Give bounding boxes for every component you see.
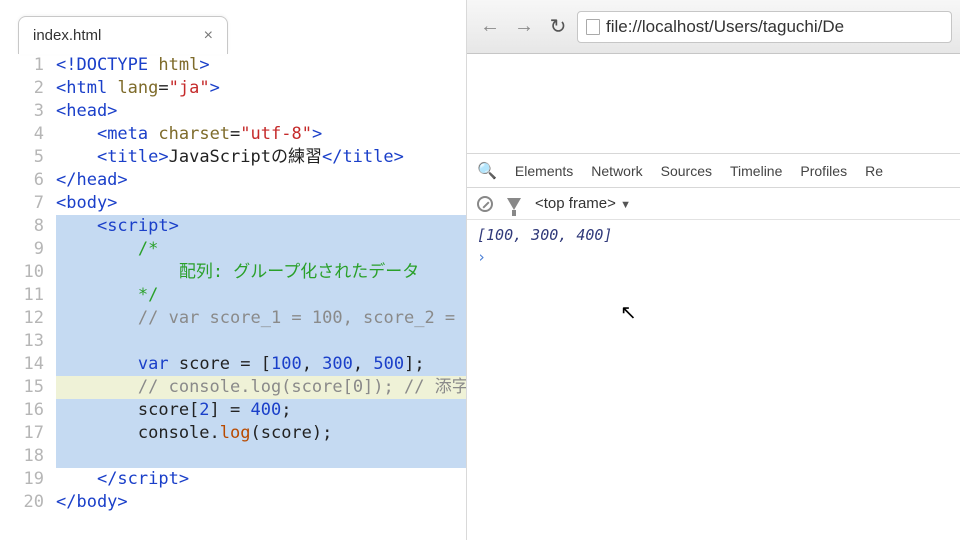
code-line[interactable]: <body> [56, 192, 466, 215]
browser-pane: ← → ↻ file://localhost/Users/taguchi/De … [466, 0, 960, 540]
reload-button[interactable]: ↻ [543, 12, 573, 42]
code-line[interactable]: score[2] = 400; [56, 399, 466, 422]
devtools-tabs: 🔍 Elements Network Sources Timeline Profiles… [467, 154, 960, 188]
search-icon[interactable]: 🔍 [477, 161, 497, 181]
page-viewport[interactable] [467, 54, 960, 154]
back-button[interactable]: ← [475, 12, 505, 42]
code-line[interactable]: */ [56, 284, 466, 307]
forward-button[interactable]: → [509, 12, 539, 42]
reload-icon: ↻ [550, 14, 567, 39]
forward-icon: → [514, 15, 534, 38]
code-area[interactable]: 1234567891011121314151617181920 <!DOCTYP… [0, 54, 466, 514]
devtools-toolbar: <top frame> ▼ [467, 188, 960, 220]
code-line[interactable]: </body> [56, 491, 466, 514]
close-icon[interactable]: × [204, 27, 213, 45]
url-text: file://localhost/Users/taguchi/De [606, 17, 844, 37]
chevron-down-icon: ▼ [620, 199, 631, 211]
frame-selector[interactable]: <top frame> ▼ [535, 195, 631, 212]
editor-tabbar: index.html × [0, 0, 466, 54]
code-line[interactable]: /* [56, 238, 466, 261]
code-line[interactable]: <head> [56, 100, 466, 123]
code-line[interactable]: </script> [56, 468, 466, 491]
code-line[interactable]: 配列: グループ化されたデータ [56, 261, 466, 284]
editor-tab[interactable]: index.html × [18, 16, 228, 54]
devtools-tab[interactable]: Profiles [800, 163, 847, 179]
code-line[interactable]: </head> [56, 169, 466, 192]
devtools-tab[interactable]: Network [591, 163, 642, 179]
console-prompt[interactable]: › [477, 248, 950, 266]
page-icon [586, 19, 600, 35]
console-output: [100, 300, 400] [477, 226, 950, 244]
back-icon: ← [480, 15, 500, 38]
code-line[interactable]: <script> [56, 215, 466, 238]
code-line[interactable]: <meta charset="utf-8"> [56, 123, 466, 146]
code-line[interactable]: // console.log(score[0]); // 添字 [56, 376, 466, 399]
devtools-tab[interactable]: Re [865, 163, 883, 179]
code-line[interactable]: <!DOCTYPE html> [56, 54, 466, 77]
code-line[interactable]: <title>JavaScriptの練習</title> [56, 146, 466, 169]
devtools: 🔍 Elements Network Sources Timeline Profiles… [467, 154, 960, 540]
code-line[interactable] [56, 330, 466, 353]
clear-console-icon[interactable] [477, 196, 493, 212]
line-gutter: 1234567891011121314151617181920 [0, 54, 56, 514]
devtools-tab[interactable]: Sources [661, 163, 712, 179]
code-line[interactable]: console.log(score); [56, 422, 466, 445]
devtools-tab[interactable]: Timeline [730, 163, 782, 179]
editor-tab-title: index.html [33, 27, 101, 44]
browser-toolbar: ← → ↻ file://localhost/Users/taguchi/De [467, 0, 960, 54]
editor-pane: index.html × 123456789101112131415161718… [0, 0, 466, 540]
code-line[interactable]: // var score_1 = 100, score_2 = [56, 307, 466, 330]
devtools-tab[interactable]: Elements [515, 163, 573, 179]
console[interactable]: [100, 300, 400] › [467, 220, 960, 540]
code-line[interactable] [56, 445, 466, 468]
url-bar[interactable]: file://localhost/Users/taguchi/De [577, 11, 952, 43]
code-lines[interactable]: <!DOCTYPE html><html lang="ja"><head> <m… [56, 54, 466, 514]
frame-label: <top frame> [535, 195, 616, 212]
code-line[interactable]: var score = [100, 300, 500]; [56, 353, 466, 376]
code-line[interactable]: <html lang="ja"> [56, 77, 466, 100]
filter-icon[interactable] [507, 198, 521, 210]
